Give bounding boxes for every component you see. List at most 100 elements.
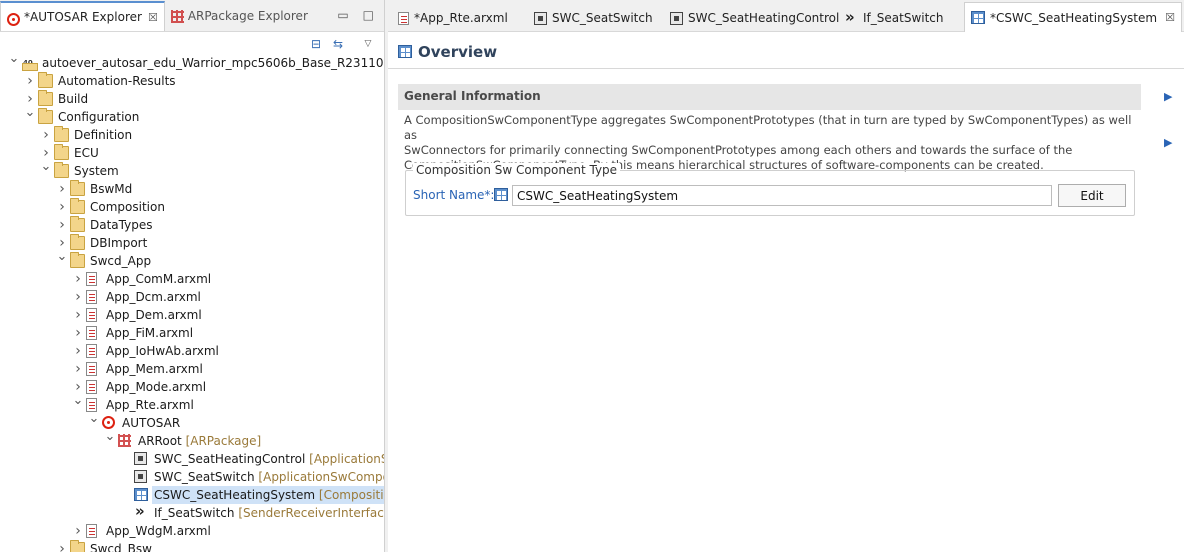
- chevron-down-icon[interactable]: ⌄: [8, 50, 20, 68]
- folder-icon: [70, 252, 85, 268]
- tree-item[interactable]: › Swcd_Bsw: [0, 540, 384, 552]
- tree-item[interactable]: SWC_SeatHeatingControl [ApplicationSwC: [0, 450, 384, 468]
- tree-item[interactable]: › Definition: [0, 126, 384, 144]
- tree-item-name: CSWC_SeatHeatingSystem: [154, 488, 316, 502]
- arxml-file-icon: [86, 272, 97, 286]
- collapse-all-icon[interactable]: ⊟: [308, 36, 324, 52]
- chevron-down-icon[interactable]: ⌄: [40, 158, 52, 176]
- edit-button[interactable]: Edit: [1058, 184, 1126, 207]
- chevron-right-icon[interactable]: ›: [72, 342, 84, 360]
- tree-item-label: autoever_autosar_edu_Warrior_mpc5606b_Ba…: [40, 54, 385, 72]
- tree-item[interactable]: › App_IoHwAb.arxml: [0, 342, 384, 360]
- tree-item-label: CSWC_SeatHeatingSystem [CompositionS: [152, 486, 384, 504]
- chevron-down-icon[interactable]: ⌄: [88, 410, 100, 428]
- chevron-right-icon[interactable]: ›: [72, 522, 84, 540]
- tree-item[interactable]: › App_Dcm.arxml: [0, 288, 384, 306]
- tree-item-name: App_Rte.arxml: [106, 398, 194, 412]
- tree-item-label: Definition: [72, 126, 134, 144]
- tree-item[interactable]: ⌄ ARRoot [ARPackage]: [0, 429, 384, 450]
- link-with-editor-icon[interactable]: ⇆: [330, 36, 346, 52]
- chevron-down-icon[interactable]: ⌄: [24, 104, 36, 122]
- maximize-icon[interactable]: □: [363, 8, 374, 22]
- tree-item-name: DBImport: [90, 236, 148, 250]
- chevron-right-icon[interactable]: ›: [56, 540, 68, 552]
- tree-item[interactable]: › Composition: [0, 198, 384, 216]
- chevron-right-icon[interactable]: ›: [56, 216, 68, 234]
- tree-item[interactable]: › App_FiM.arxml: [0, 324, 384, 342]
- tree-item-label: Swcd_App: [88, 252, 153, 270]
- interface-icon: [844, 8, 858, 26]
- tree-item[interactable]: › App_Mem.arxml: [0, 360, 384, 378]
- chevron-down-icon[interactable]: ⌄: [104, 428, 116, 446]
- tab-arpackage-explorer[interactable]: ARPackage Explorer: [165, 1, 314, 31]
- close-icon[interactable]: ☒: [1165, 11, 1175, 24]
- chevron-right-icon[interactable]: ›: [56, 198, 68, 216]
- tree-item-name: System: [74, 164, 119, 178]
- tree-item[interactable]: ⌄ Swcd_App: [0, 249, 384, 270]
- view-menu-icon[interactable]: ▽: [360, 36, 376, 52]
- chevron-down-icon[interactable]: ⌄: [72, 392, 84, 410]
- tree-item-label: App_Mem.arxml: [104, 360, 205, 378]
- chevron-right-icon[interactable]: ›: [24, 72, 36, 90]
- chevron-right-icon[interactable]: ›: [56, 180, 68, 198]
- tree-item[interactable]: › App_WdgM.arxml: [0, 522, 384, 540]
- tree-item-name: App_WdgM.arxml: [106, 524, 211, 538]
- editor-tab[interactable]: *CSWC_SeatHeatingSystem ☒: [964, 2, 1182, 32]
- editor-tab[interactable]: SWC_SeatHeatingControl: [664, 4, 845, 32]
- arpackage-icon: [118, 434, 131, 447]
- tab-label: *AUTOSAR Explorer: [24, 10, 142, 24]
- editor-tab[interactable]: If_SeatSwitch: [838, 4, 950, 32]
- short-name-input[interactable]: [512, 185, 1052, 206]
- tree-item-name: autoever_autosar_edu_Warrior_mpc5606b_Ba…: [42, 56, 385, 70]
- swc-icon: [670, 11, 683, 25]
- tree-item[interactable]: ⌄ autoever_autosar_edu_Warrior_mpc5606b_B…: [0, 51, 385, 72]
- tree-item[interactable]: SWC_SeatSwitch [ApplicationSwCompone: [0, 468, 384, 486]
- folder-icon: [38, 90, 53, 106]
- swc-icon: [134, 470, 147, 483]
- chevron-right-icon[interactable]: ›: [72, 288, 84, 306]
- chevron-right-icon[interactable]: ›: [72, 360, 84, 378]
- tree-item[interactable]: › BswMd: [0, 180, 384, 198]
- tree-item-label: System: [72, 162, 121, 180]
- tree-item[interactable]: › App_Mode.arxml: [0, 378, 384, 396]
- tree-item-label: App_FiM.arxml: [104, 324, 195, 342]
- short-name-label[interactable]: Short Name*:: [413, 188, 494, 202]
- tree-item[interactable]: ⌄ App_Rte.arxml: [0, 393, 384, 414]
- editor-tab[interactable]: *App_Rte.arxml: [392, 4, 514, 32]
- tree-item[interactable]: › Automation-Results: [0, 72, 384, 90]
- tree-item-name: SWC_SeatSwitch: [154, 470, 255, 484]
- expand-right-icon[interactable]: ▶: [1164, 90, 1174, 104]
- description-line: A CompositionSwComponentType aggregates …: [404, 113, 1132, 142]
- tree-item-name: Build: [58, 92, 89, 106]
- chevron-right-icon[interactable]: ›: [72, 270, 84, 288]
- tree-item[interactable]: › Build: [0, 90, 384, 108]
- editor-tab[interactable]: SWC_SeatSwitch: [528, 4, 659, 32]
- tree-item-type: [ARPackage]: [185, 434, 262, 448]
- tree-item-name: BswMd: [90, 182, 133, 196]
- editor-area: *App_Rte.arxml SWC_SeatSwitch SWC_SeatHeat…: [388, 0, 1184, 552]
- expand-right-icon[interactable]: ▶: [1164, 136, 1174, 150]
- interface-icon: [134, 502, 148, 520]
- chevron-down-icon[interactable]: ⌄: [56, 248, 68, 266]
- tree-item[interactable]: ⌄ Configuration: [0, 105, 384, 126]
- tree-item[interactable]: If_SeatSwitch [SenderReceiverInterface]: [0, 502, 384, 522]
- section-title[interactable]: General Information: [398, 84, 1141, 110]
- tree-item[interactable]: › App_Dem.arxml: [0, 306, 384, 324]
- tree-item[interactable]: › ECU: [0, 144, 384, 162]
- tree-item-label: DBImport: [88, 234, 149, 252]
- tree-item[interactable]: CSWC_SeatHeatingSystem [CompositionS: [0, 486, 384, 504]
- tab-autosar-explorer[interactable]: *AUTOSAR Explorer ☒: [0, 1, 165, 31]
- close-icon[interactable]: ☒: [148, 11, 158, 24]
- tree-item-label: SWC_SeatHeatingControl [ApplicationSwC: [152, 450, 384, 468]
- tree-item[interactable]: › App_ComM.arxml: [0, 270, 384, 288]
- tree-item[interactable]: ⌄ AUTOSAR: [0, 411, 384, 432]
- tree-item[interactable]: ⌄ System: [0, 159, 384, 180]
- chevron-right-icon[interactable]: ›: [40, 126, 52, 144]
- minimize-icon[interactable]: ▭: [337, 8, 348, 22]
- chevron-right-icon[interactable]: ›: [72, 306, 84, 324]
- tree-item-name: Configuration: [58, 110, 140, 124]
- tree-item[interactable]: › DataTypes: [0, 216, 384, 234]
- tree-item-label: ARRoot [ARPackage]: [136, 432, 263, 450]
- chevron-right-icon[interactable]: ›: [72, 324, 84, 342]
- group-title: Composition Sw Component Type: [413, 163, 621, 177]
